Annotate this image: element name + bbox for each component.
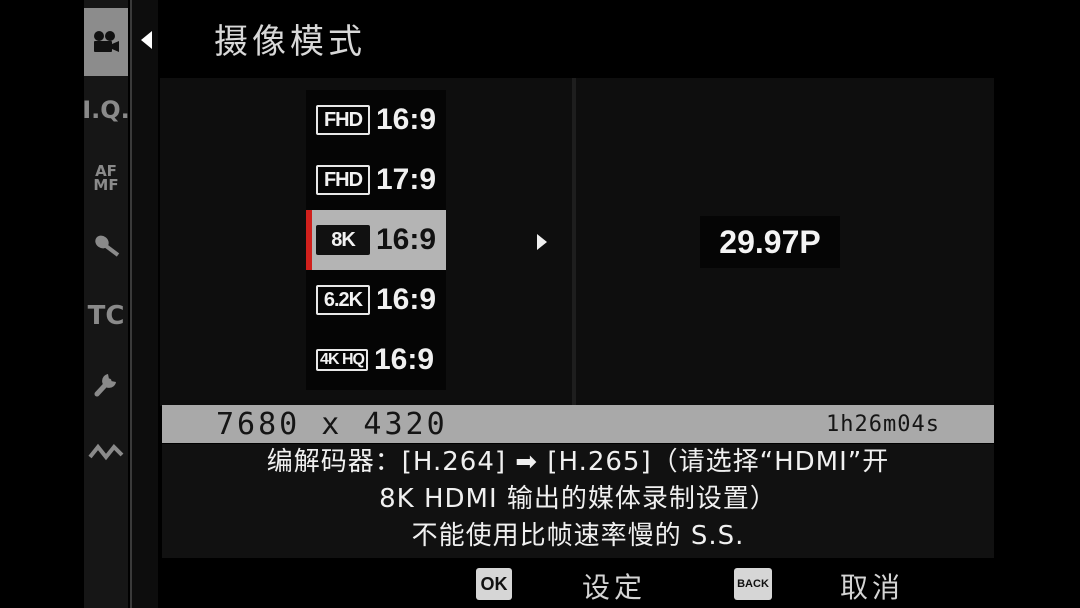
ok-key-icon[interactable]: OK bbox=[476, 568, 512, 600]
aspect-ratio: 16:9 bbox=[376, 283, 437, 316]
message-line-1: 编解码器：[H.264] ➡ [H.265]（请选择“HDMI”开 bbox=[266, 447, 890, 477]
tab-tc[interactable]: TC bbox=[84, 284, 128, 348]
list-item-fhd-17-9[interactable]: FHD 17:9 bbox=[306, 150, 446, 210]
4k-hq-badge-icon: 4K HQ bbox=[316, 349, 368, 371]
8k-badge-icon: 8K bbox=[316, 225, 370, 255]
tab-rail: I.Q. AF MF TC bbox=[82, 0, 130, 608]
main-panel bbox=[160, 78, 994, 406]
list-item-4k-hq-16-9[interactable]: 4K HQ 16:9 bbox=[306, 330, 446, 390]
aspect-ratio: 17:9 bbox=[376, 163, 437, 196]
tab-setup[interactable] bbox=[84, 352, 128, 416]
list-item-6-2k-16-9[interactable]: 6.2K 16:9 bbox=[306, 270, 446, 330]
tab-af-mf-label: AF MF bbox=[93, 162, 119, 194]
tab-iq[interactable]: I.Q. bbox=[82, 78, 130, 142]
tab-connection[interactable] bbox=[84, 420, 128, 484]
frame-rate-value[interactable]: 29.97P bbox=[700, 216, 840, 268]
fhd-badge-icon: FHD bbox=[316, 165, 370, 195]
movie-camera-icon bbox=[91, 29, 121, 55]
resolution-readout: 7680 x 4320 bbox=[216, 406, 448, 442]
warning-message: 编解码器：[H.264] ➡ [H.265]（请选择“HDMI”开 8K HDM… bbox=[162, 444, 994, 558]
column-divider bbox=[572, 78, 576, 406]
wrench-icon bbox=[91, 369, 121, 399]
mode-list: FHD 16:9 FHD 17:9 8K 16:9 6.2K 16:9 4K H… bbox=[306, 90, 446, 390]
message-line-2: 8K HDMI 输出的媒体录制设置） bbox=[379, 484, 777, 514]
tab-audio[interactable] bbox=[84, 214, 128, 278]
tab-iq-label: I.Q. bbox=[82, 96, 130, 124]
aspect-ratio: 16:9 bbox=[376, 223, 437, 256]
tab-tc-label: TC bbox=[87, 301, 125, 331]
6-2k-badge-icon: 6.2K bbox=[316, 285, 370, 315]
tab-movie[interactable] bbox=[84, 8, 128, 76]
rail-gutter bbox=[132, 0, 158, 608]
page-title: 摄像模式 bbox=[214, 22, 366, 62]
connection-icon bbox=[88, 441, 124, 463]
aspect-ratio: 16:9 bbox=[374, 343, 435, 376]
record-time-remaining: 1h26m04s bbox=[826, 411, 940, 437]
cancel-label[interactable]: 取消 bbox=[840, 566, 904, 606]
message-line-3: 不能使用比帧速率慢的 S.S. bbox=[411, 521, 745, 551]
set-label[interactable]: 设定 bbox=[582, 566, 646, 606]
back-key-icon[interactable]: BACK bbox=[734, 568, 772, 600]
list-item-8k-16-9[interactable]: 8K 16:9 bbox=[306, 210, 446, 270]
microphone-icon bbox=[91, 233, 121, 259]
tab-af-mf[interactable]: AF MF bbox=[84, 146, 128, 210]
chevron-right-icon bbox=[537, 234, 547, 250]
info-bar: 7680 x 4320 1h26m04s bbox=[162, 405, 994, 443]
list-item-fhd-16-9[interactable]: FHD 16:9 bbox=[306, 90, 446, 150]
back-arrow-icon[interactable] bbox=[141, 31, 152, 49]
fhd-badge-icon: FHD bbox=[316, 105, 370, 135]
aspect-ratio: 16:9 bbox=[376, 103, 437, 136]
